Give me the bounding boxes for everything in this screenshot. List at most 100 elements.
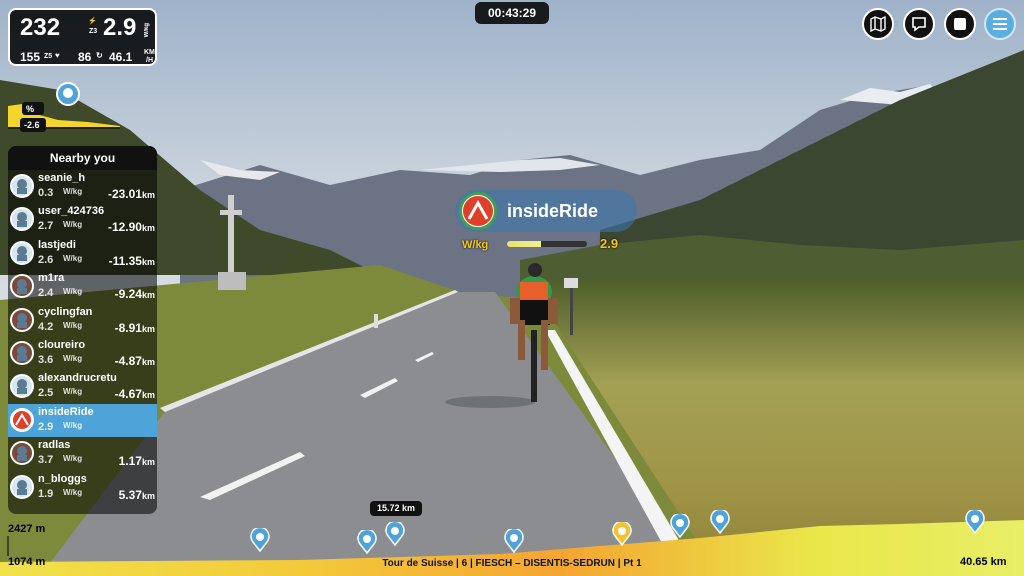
rider-avatar <box>10 340 34 365</box>
rider-distance-value: -12.90 <box>107 220 142 235</box>
course-title: Tour de Suisse | 6 | FIESCH – DISENTIS-S… <box>382 558 642 569</box>
menu-icon <box>993 18 1007 30</box>
rider-marker-icon <box>250 526 270 553</box>
wkg-unit: W/kg <box>144 23 150 38</box>
grade-value: -2.6 <box>24 120 40 130</box>
wkg-value: 2.9 <box>103 14 137 41</box>
nearby-rider-row[interactable]: radlas 3.7 W/kg 1.17km <box>8 437 157 470</box>
rider-marker-icon <box>612 520 632 547</box>
nearby-list: seanie_h 0.3 W/kg -23.01km user_424736 2.7 W/k… <box>8 170 157 504</box>
rider-name: cyclingfan <box>38 305 93 318</box>
nearby-rider-row[interactable]: seanie_h 0.3 W/kg -23.01km <box>8 170 157 203</box>
rider-wkg-unit: W/kg <box>63 420 83 430</box>
speed-unit-bottom: /H <box>146 57 153 64</box>
rider-distance-unit: km <box>141 323 155 334</box>
rider-wkg-unit: W/kg <box>63 287 83 297</box>
power-zone: Z3 <box>89 28 98 35</box>
rider-marker-icon <box>357 528 377 555</box>
nearby-rider-row[interactable]: lastjedi 2.6 W/kg -11.35km <box>8 237 157 270</box>
rider-distance: -4.67km <box>115 387 155 401</box>
rider-wkg: 4.2 <box>38 320 54 333</box>
rider-distance-unit: km <box>141 457 155 468</box>
rider-distance-value: -23.01 <box>107 187 142 201</box>
stop-button[interactable] <box>944 8 976 40</box>
rider-wkg-unit: W/kg <box>63 253 83 263</box>
stop-icon <box>954 18 966 30</box>
rider-name: alexandrucretu <box>38 372 117 385</box>
rider-distance: -23.01km <box>108 187 155 201</box>
nearby-rider-row[interactable]: cyclingfan 4.2 W/kg -8.91km <box>8 304 157 337</box>
rider-name: radlas <box>38 439 71 452</box>
menu-button[interactable] <box>984 8 1016 40</box>
map-button[interactable] <box>862 8 894 40</box>
rider-wkg: 2.9 <box>38 420 54 433</box>
rider-distance-value: -4.67 <box>114 387 142 402</box>
insideride-logo-icon <box>459 192 497 230</box>
rider-distance-value: 5.37 <box>118 487 142 502</box>
rider-distance: -4.87km <box>115 354 155 368</box>
rider-name: m1ra <box>38 272 65 285</box>
rider-name: n_bloggs <box>38 472 87 485</box>
lightning-icon: ⚡ <box>88 18 97 25</box>
player-name: insideRide <box>507 201 599 221</box>
rider-name: seanie_h <box>38 172 86 184</box>
nearby-rider-row[interactable]: n_bloggs 1.9 W/kg 5.37km <box>8 471 157 504</box>
nearby-rider-row[interactable]: insideRide 2.9 W/kg <box>8 403 157 438</box>
rider-distance-unit: km <box>141 356 155 367</box>
player-wkg-bar-fill <box>507 241 541 247</box>
chat-button[interactable] <box>903 8 935 40</box>
grade-percent-label: % <box>26 104 35 114</box>
rider-avatar <box>10 174 34 198</box>
rider-wkg: 2.7 <box>38 220 54 233</box>
rider-name: cloureiro <box>38 338 86 351</box>
nearby-rider-row[interactable]: user_424736 2.7 W/kg -12.90km <box>8 203 157 236</box>
rider-wkg: 3.6 <box>38 353 54 366</box>
rider-wkg: 2.6 <box>38 253 54 266</box>
rider-wkg: 3.7 <box>38 454 54 467</box>
rider-avatar <box>10 441 34 466</box>
rider-marker-icon <box>385 520 405 547</box>
ride-stats-panel: 232 ⚡ Z3 2.9 W/kg 155 Z5 ♥ 86 ↻ 46.1 KM … <box>8 8 157 66</box>
rider-wkg-unit: W/kg <box>63 487 83 497</box>
cadence-icon: ↻ <box>96 51 103 60</box>
rider-distance: -8.91km <box>115 321 155 335</box>
rider-avatar <box>10 374 34 399</box>
rider-avatar <box>10 307 34 332</box>
rider-marker-icon <box>670 512 690 539</box>
rider-distance-value: 1.17 <box>118 454 142 469</box>
rider-avatar <box>10 274 34 299</box>
rider-wkg-unit: W/kg <box>63 220 83 230</box>
heart-icon: ♥ <box>55 51 60 60</box>
rider-distance: 5.37km <box>119 488 155 502</box>
rider-wkg-unit: W/kg <box>63 320 83 330</box>
rider-marker-icon <box>965 508 985 535</box>
map-icon <box>870 16 886 32</box>
rider-name: lastjedi <box>38 238 76 251</box>
rider-distance-unit: km <box>141 290 155 301</box>
rider-marker-icon <box>504 527 524 554</box>
rider-distance-value: -11.35 <box>108 253 142 268</box>
nearby-rider-row[interactable]: cloureiro 3.6 W/kg -4.87km <box>8 337 157 370</box>
speed-value: 46.1 <box>109 50 133 64</box>
heart-rate-value: 155 <box>20 50 41 64</box>
rider-distance-unit: km <box>141 490 155 501</box>
rider-name: user_424736 <box>38 205 105 218</box>
player-wkg-bar <box>507 241 587 247</box>
player-wkg-label: W/kg <box>462 239 489 251</box>
rider-distance-unit: km <box>141 190 155 200</box>
rider-wkg-unit: W/kg <box>63 187 83 196</box>
rider-distance-value: -9.24 <box>114 287 142 302</box>
cadence-value: 86 <box>78 50 92 64</box>
nearby-riders-panel: Nearby you seanie_h 0.3 W/kg -23.01km user_4… <box>8 146 157 514</box>
rider-avatar <box>10 407 34 432</box>
elapsed-timer: 00:43:29 <box>475 2 549 24</box>
rider-wkg-unit: W/kg <box>63 353 83 363</box>
distance-done-badge: 15.72 km <box>370 501 422 516</box>
rider-avatar <box>10 474 34 499</box>
nearby-rider-row[interactable]: alexandrucretu 2.5 W/kg -4.67km <box>8 370 157 403</box>
rider-distance: -11.35km <box>109 254 155 268</box>
rider-wkg: 2.5 <box>38 387 54 400</box>
nearby-rider-row[interactable]: m1ra 2.4 W/kg -9.24km <box>8 270 157 303</box>
elevation-max: 2427 m <box>8 523 46 535</box>
rider-name: insideRide <box>38 405 94 418</box>
